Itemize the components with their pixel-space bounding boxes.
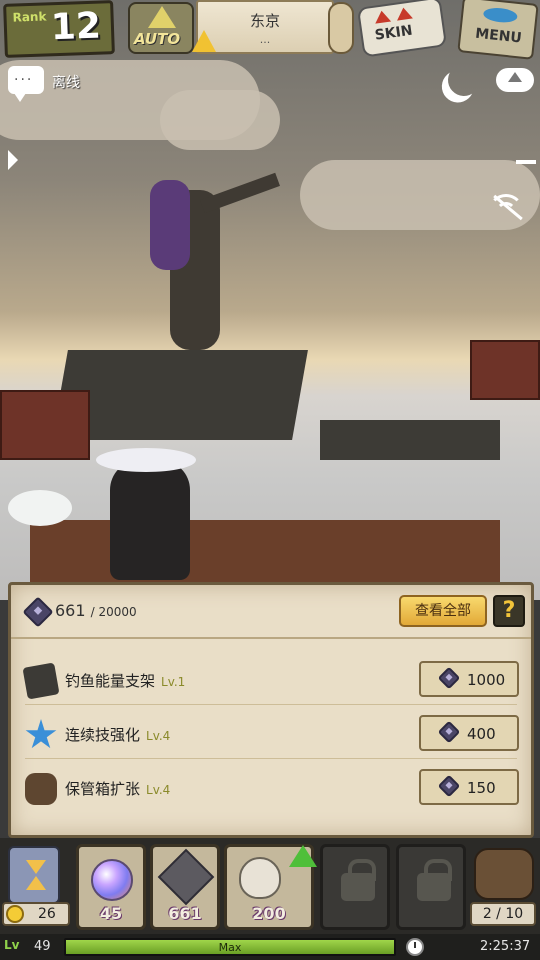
wreck-debris <box>320 420 500 460</box>
backpack-icon[interactable] <box>474 848 534 900</box>
location-sub: ... <box>259 33 271 46</box>
scroll-icon[interactable] <box>328 2 354 54</box>
upgrade-cost-button[interactable]: 1000 <box>419 661 519 697</box>
divider <box>25 704 517 705</box>
cloud-decoration <box>160 90 280 150</box>
gem-icon <box>437 774 461 798</box>
auto-label: AUTO <box>134 30 181 48</box>
menu-button[interactable]: MENU <box>457 0 539 60</box>
wifi-off-icon <box>486 190 526 224</box>
menu-label: MENU <box>474 25 523 47</box>
bait-counter: 26 <box>2 902 70 926</box>
upgrade-list[interactable]: 钓鱼能量支架 Lv.1 1000 连续技强化 Lv.4 400 保管箱扩张 Lv.4 … <box>11 641 531 837</box>
upgrade-cost-button[interactable]: 400 <box>419 715 519 751</box>
slot-count: 661 <box>168 904 202 923</box>
cost-value: 400 <box>467 725 496 743</box>
shell-icon <box>239 857 281 899</box>
cost-value: 150 <box>467 779 496 797</box>
cloud-upload-icon[interactable] <box>496 68 534 92</box>
rank-label: Rank <box>12 9 47 25</box>
slot-count: 45 <box>99 904 123 923</box>
upload-arrow <box>508 72 522 82</box>
chevron-right-icon[interactable] <box>8 150 18 170</box>
top-hud: Rank 12 AUTO 东京 ... SKIN MENU <box>0 0 540 60</box>
chat-dots: ··· <box>14 72 34 88</box>
player-character <box>110 460 190 580</box>
list-item: 连续技强化 Lv.4 400 <box>11 709 531 759</box>
offline-status: 离线 <box>52 75 80 91</box>
up-arrow-icon <box>373 9 392 24</box>
rank-value: 12 <box>50 5 102 49</box>
warning-icon[interactable] <box>192 30 216 52</box>
divider <box>25 758 517 759</box>
coin-icon <box>6 905 24 923</box>
upgrade-arrow-icon <box>289 845 317 867</box>
fish-icon <box>482 6 518 24</box>
panel-header: 661 / 20000 查看全部 ? <box>11 585 531 639</box>
upgrade-panel: 661 / 20000 查看全部 ? 钓鱼能量支架 Lv.1 1000 连续技强化… <box>8 582 534 838</box>
up-arrow-icon <box>395 6 413 21</box>
status-bar: Lv 49 Max 2:25:37 <box>0 934 540 960</box>
dash-icon[interactable] <box>516 160 536 164</box>
statue-hair <box>150 180 190 270</box>
gem-icon <box>437 720 461 744</box>
gem-icon <box>22 596 54 628</box>
item-level: Lv.1 <box>161 675 186 689</box>
storage-bag-icon <box>25 773 57 805</box>
up-arrow-icon <box>148 6 176 28</box>
crate <box>470 340 540 400</box>
chat-icon[interactable]: ··· <box>8 66 44 102</box>
gem-icon <box>437 666 461 690</box>
bait-count: 26 <box>38 906 56 922</box>
item-slot-shell[interactable]: 200 <box>224 844 317 930</box>
crate <box>0 390 90 460</box>
xp-bar: Max <box>64 938 396 956</box>
item-level: Lv.4 <box>146 729 171 743</box>
energy-rack-icon <box>22 662 60 700</box>
gem-icon <box>157 848 215 906</box>
auto-button[interactable]: AUTO <box>128 2 194 54</box>
fish-icon <box>8 490 72 526</box>
upgrade-cost-button[interactable]: 150 <box>419 769 519 805</box>
location-banner[interactable]: 东京 ... <box>196 0 334 54</box>
view-all-button[interactable]: 查看全部 <box>399 595 487 627</box>
cost-value: 1000 <box>467 671 506 689</box>
hourglass-icon[interactable] <box>8 846 60 904</box>
xp-label: Max <box>218 941 242 954</box>
level-icon: Lv <box>4 938 20 952</box>
skin-label: SKIN <box>373 22 414 44</box>
slot-count: 200 <box>252 904 286 923</box>
bag-count: 2 / 10 <box>470 902 536 926</box>
gem-count: 661 / 20000 <box>55 601 137 620</box>
clock-time: 2:25:37 <box>480 939 531 954</box>
item-title: 保管箱扩张 Lv.4 <box>65 778 170 799</box>
combo-star-icon <box>25 719 57 749</box>
boat-hull <box>30 520 500 590</box>
lock-icon <box>417 859 452 901</box>
item-slot-locked[interactable] <box>320 844 390 930</box>
item-level: Lv.4 <box>146 783 171 797</box>
list-item: 保管箱扩张 Lv.4 150 <box>11 763 531 813</box>
item-title: 连续技强化 Lv.4 <box>65 724 170 745</box>
item-slot-gem[interactable]: 661 <box>150 844 220 930</box>
item-slot-locked[interactable] <box>396 844 466 930</box>
location-name: 东京 <box>249 12 280 30</box>
help-button[interactable]: ? <box>493 595 525 627</box>
clock-icon <box>406 938 424 956</box>
item-name: 连续技强化 <box>65 726 141 744</box>
item-name: 保管箱扩张 <box>65 780 141 798</box>
item-title: 钓鱼能量支架 Lv.1 <box>65 670 185 691</box>
level-value: 49 <box>34 939 51 954</box>
gem-max: / 20000 <box>90 605 137 619</box>
list-item: 钓鱼能量支架 Lv.1 1000 <box>11 655 531 705</box>
skin-button[interactable]: SKIN <box>356 0 448 58</box>
rank-badge[interactable]: Rank 12 <box>3 0 115 58</box>
rock-pile <box>52 350 308 440</box>
item-name: 钓鱼能量支架 <box>65 672 156 690</box>
orb-icon <box>91 859 133 901</box>
gem-current: 661 <box>55 601 86 620</box>
player-hat <box>96 448 196 472</box>
item-slot-orb[interactable]: 45 <box>76 844 146 930</box>
lock-icon <box>341 859 376 901</box>
